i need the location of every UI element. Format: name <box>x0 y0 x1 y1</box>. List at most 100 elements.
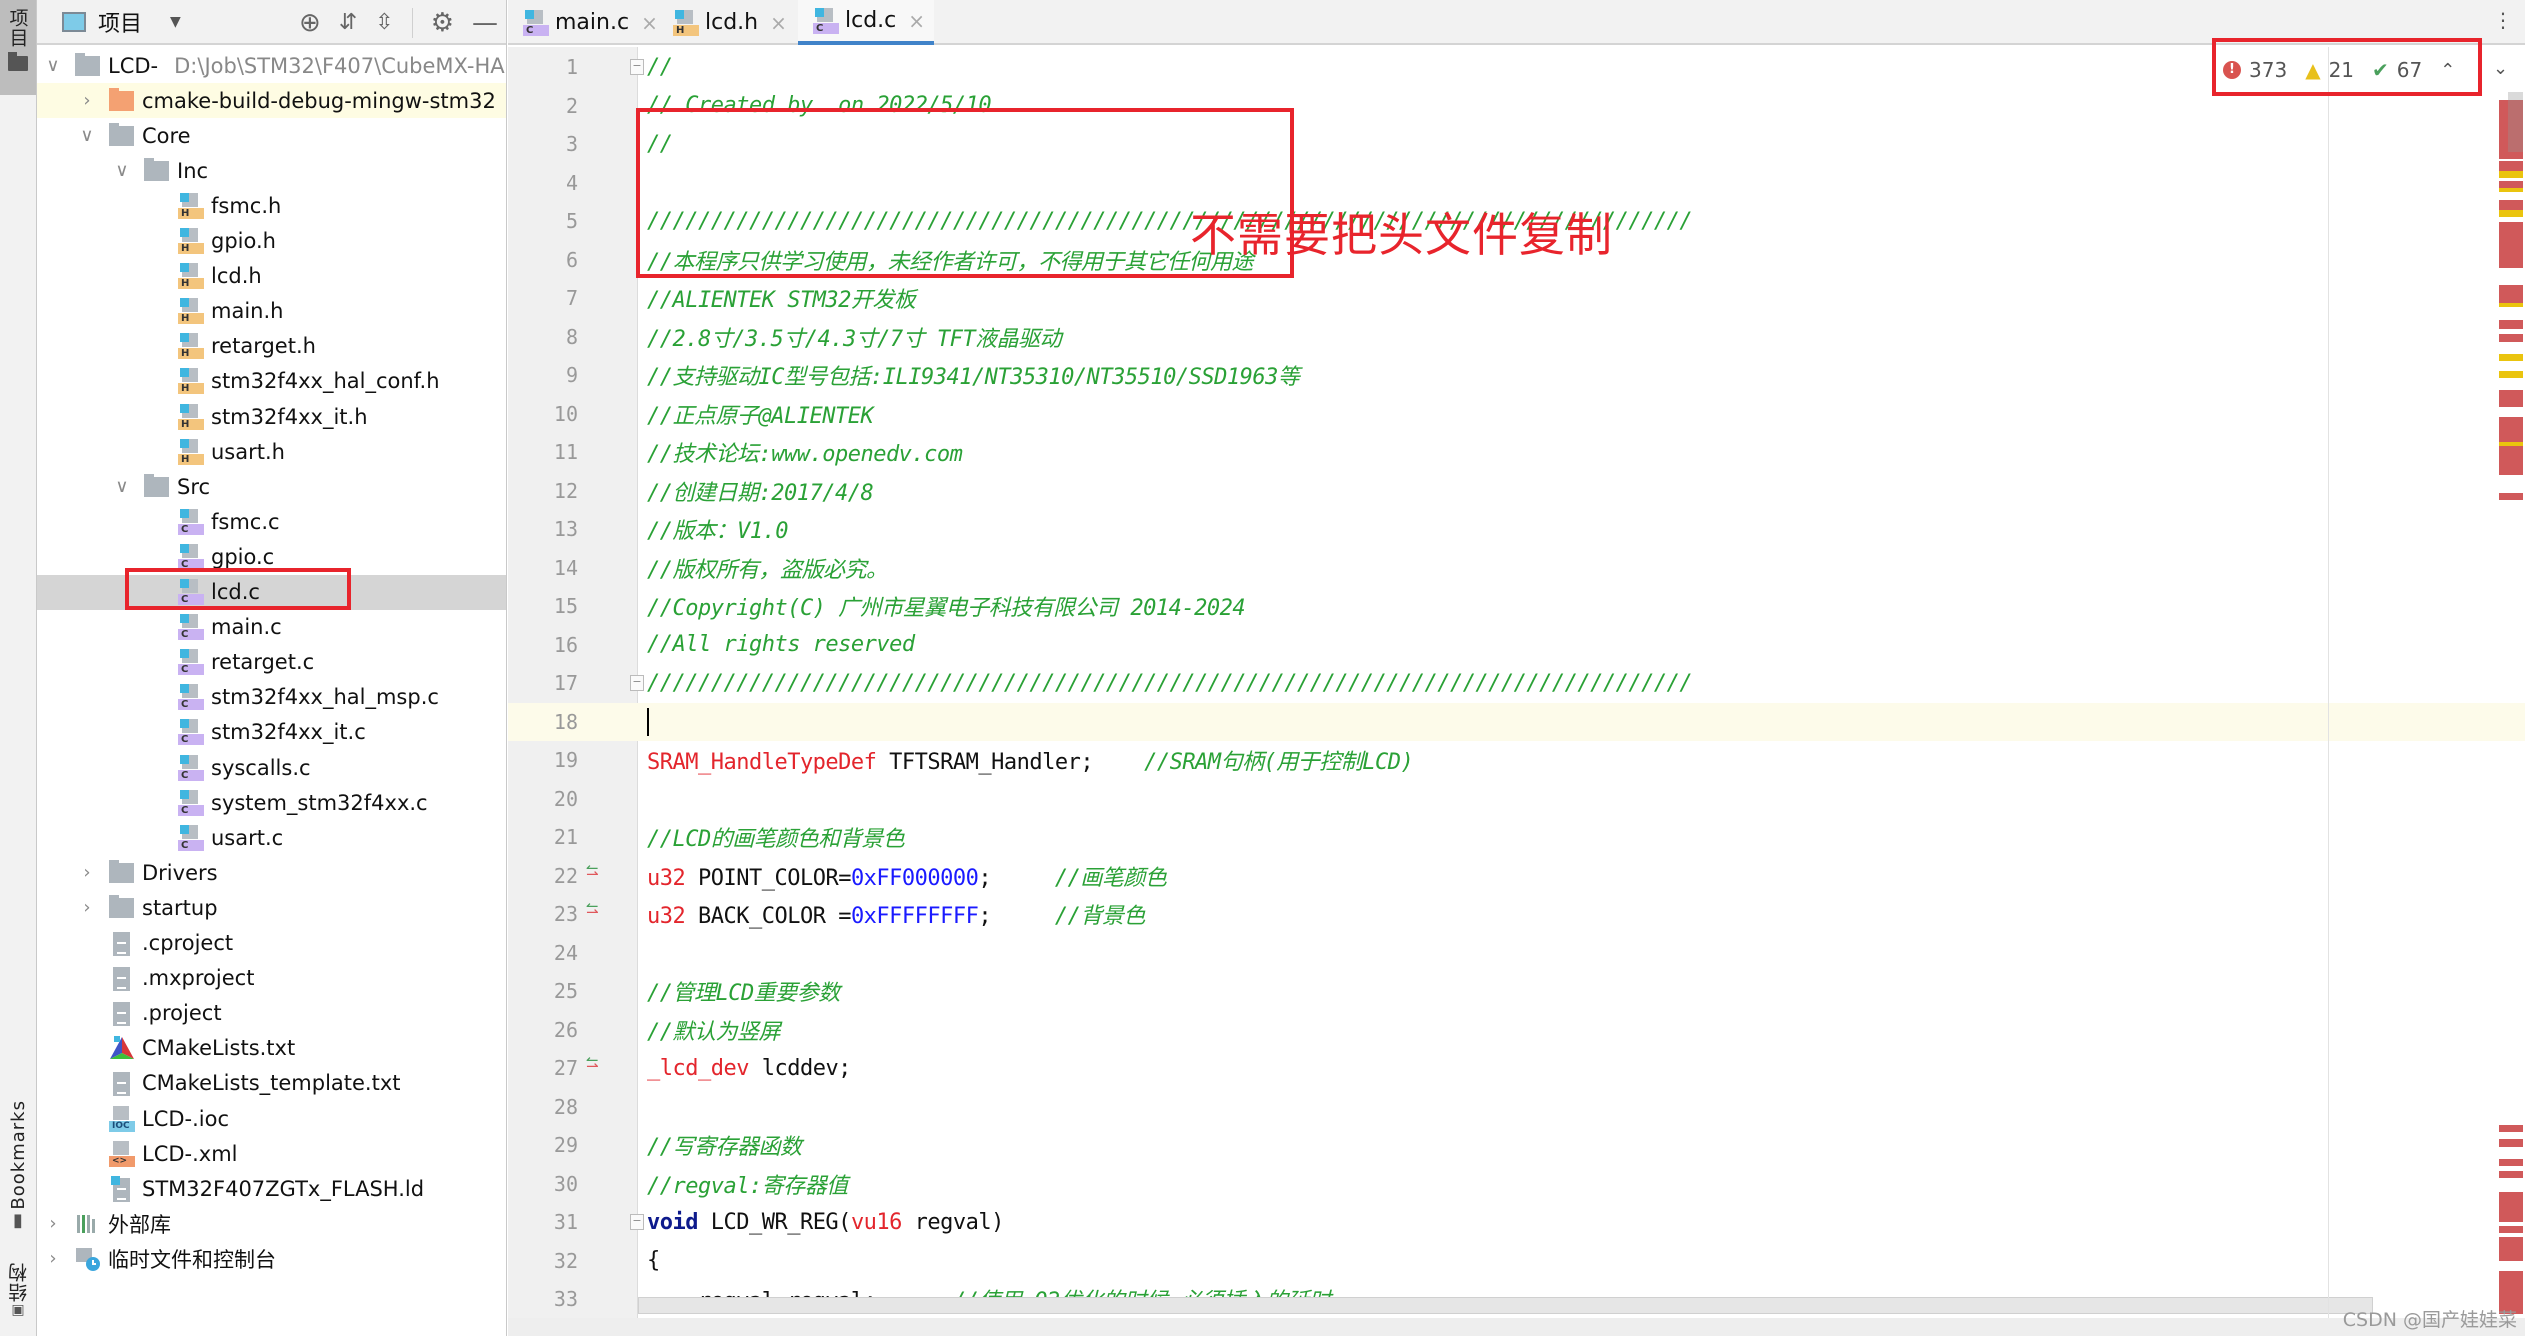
tree-item[interactable]: Cfsmc.c <box>37 504 506 539</box>
tree-item[interactable]: ∨ Core <box>37 118 506 153</box>
close-icon[interactable]: × <box>641 11 658 35</box>
tree-item[interactable]: .mxproject <box>37 961 506 996</box>
code-line[interactable]: 30 //regval:寄存器值 <box>508 1165 2525 1204</box>
code-line[interactable]: 17 −/////////////////////////////////////… <box>508 664 2525 703</box>
tab-menu-icon[interactable]: ⋮ <box>2493 8 2513 32</box>
fold-toggle-icon[interactable]: − <box>630 59 644 76</box>
tab-lcd-c[interactable]: Clcd.c × <box>798 0 934 45</box>
warning-marker[interactable] <box>2499 170 2523 179</box>
warning-marker[interactable] <box>2499 187 2523 192</box>
close-icon[interactable]: × <box>908 9 925 33</box>
chevron-down-icon[interactable]: ∨ <box>43 55 63 76</box>
code-line[interactable]: 27 ↼ ⇀ _lcd_dev lcddev; <box>508 1049 2525 1088</box>
tree-item[interactable]: Hmain.h <box>37 294 506 329</box>
code-line[interactable]: 3 // <box>508 125 2525 164</box>
chevron-down-icon[interactable]: ∨ <box>112 476 132 497</box>
error-marker[interactable] <box>2499 446 2523 475</box>
tree-item[interactable]: Hlcd.h <box>37 259 506 294</box>
chevron-right-icon[interactable]: › <box>43 1213 63 1234</box>
gear-icon[interactable]: ⚙ <box>431 10 454 36</box>
bookmarks-tool-button[interactable]: Bookmarks ▮ <box>0 1100 36 1240</box>
tree-item[interactable]: Cretarget.c <box>37 645 506 680</box>
tree-item[interactable]: Hstm32f4xx_hal_conf.h <box>37 364 506 399</box>
navigate-declaration-icon[interactable]: ↼ ⇀ <box>586 860 599 889</box>
locate-icon[interactable]: ⊕ <box>299 10 321 36</box>
error-marker[interactable] <box>2499 492 2523 501</box>
chevron-right-icon[interactable]: › <box>77 90 97 111</box>
next-problem-icon[interactable]: ⌄ <box>2493 58 2508 79</box>
chevron-right-icon[interactable]: › <box>77 862 97 883</box>
collapse-all-icon[interactable]: ⇳ <box>375 11 393 34</box>
error-marker[interactable] <box>2499 200 2523 210</box>
code-line[interactable]: 21 //LCD的画笔颜色和背景色 <box>508 818 2525 857</box>
fold-toggle-icon[interactable]: − <box>630 1214 644 1231</box>
tab-main-c[interactable]: Cmain.c × <box>508 0 658 45</box>
fold-toggle-icon[interactable]: − <box>630 675 644 692</box>
tree-item[interactable]: .project <box>37 996 506 1031</box>
code-line[interactable]: 4 <box>508 164 2525 203</box>
code-line[interactable]: 13 //版本：V1.0 <box>508 510 2525 549</box>
code-line[interactable]: 19 SRAM_HandleTypeDef TFTSRAM_Handler; //… <box>508 741 2525 780</box>
previous-problem-icon[interactable]: ⌃ <box>2440 60 2455 81</box>
tree-item[interactable]: ∨ LCD- D:\Job\STM32\F407\CubeMX-HA <box>37 48 506 83</box>
error-marker[interactable] <box>2499 1237 2523 1262</box>
error-marker[interactable] <box>2499 1191 2523 1223</box>
code-line[interactable]: 10 //正点原子@ALIENTEK <box>508 395 2525 434</box>
chevron-right-icon[interactable]: › <box>77 897 97 918</box>
error-marker[interactable] <box>2499 390 2523 408</box>
code-line[interactable]: 11 //技术论坛:www.openedv.com <box>508 433 2525 472</box>
tree-item[interactable]: Hgpio.h <box>37 224 506 259</box>
tree-item[interactable]: Cstm32f4xx_hal_msp.c <box>37 680 506 715</box>
tree-item[interactable]: CMakeLists_template.txt <box>37 1066 506 1101</box>
warning-marker[interactable] <box>2499 302 2523 308</box>
error-marker[interactable] <box>2499 222 2523 269</box>
error-marker[interactable] <box>2499 1171 2523 1179</box>
inspection-widget[interactable]: ! 373 ▲ 21 ✔ 67 ⌃ <box>2223 45 2455 95</box>
tree-item[interactable]: › 外部库 <box>37 1206 506 1241</box>
tree-item[interactable]: Cstm32f4xx_it.c <box>37 715 506 750</box>
tree-item[interactable]: Hfsmc.h <box>37 188 506 223</box>
code-line[interactable]: 16 //All rights reserved <box>508 626 2525 665</box>
tree-item[interactable]: Husart.h <box>37 434 506 469</box>
tree-item[interactable]: Csyscalls.c <box>37 750 506 785</box>
error-marker[interactable] <box>2499 417 2523 442</box>
error-marker[interactable] <box>2499 1139 2523 1147</box>
code-line[interactable]: 7 //ALIENTEK STM32开发板 <box>508 279 2525 318</box>
error-marker[interactable] <box>2499 180 2523 188</box>
error-stripe[interactable] <box>2499 100 2523 1320</box>
tree-item[interactable]: CMakeLists.txt <box>37 1031 506 1066</box>
tree-item[interactable]: Cusart.c <box>37 820 506 855</box>
code-line[interactable]: 8 //2.8寸/3.5寸/4.3寸/7寸 TFT液晶驱动 <box>508 318 2525 357</box>
tree-item[interactable]: › startup <box>37 890 506 925</box>
code-line[interactable]: 29 //写寄存器函数 <box>508 1126 2525 1165</box>
navigate-declaration-icon[interactable]: ↼ ⇀ <box>586 1053 599 1081</box>
tree-item[interactable]: IOC LCD-.ioc <box>37 1101 506 1136</box>
code-line[interactable]: 23 ↼ ⇀ u32 BACK_COLOR =0xFFFFFFFF; //背景色 <box>508 895 2525 934</box>
tree-item[interactable]: <> LCD-.xml <box>37 1136 506 1171</box>
tree-item[interactable]: .cproject <box>37 926 506 961</box>
tree-item[interactable]: ∨ Inc <box>37 153 506 188</box>
code-line[interactable]: 32 { <box>508 1242 2525 1281</box>
warning-marker[interactable] <box>2499 370 2523 379</box>
tree-item[interactable]: ∨ Src <box>37 469 506 504</box>
tree-item[interactable]: Hretarget.h <box>37 329 506 364</box>
chevron-down-icon[interactable]: ∨ <box>77 125 97 146</box>
code-line[interactable]: 12 //创建日期:2017/4/8 <box>508 472 2525 511</box>
code-line[interactable]: 25 //管理LCD重要参数 <box>508 972 2525 1011</box>
expand-all-icon[interactable]: ⇵ <box>339 11 357 34</box>
horizontal-scrollbar[interactable] <box>638 1297 2373 1314</box>
code-line[interactable]: 15 //Copyright(C) 广州市星翼电子科技有限公司 2014-2024 <box>508 587 2525 626</box>
tree-item[interactable]: Hstm32f4xx_it.h <box>37 399 506 434</box>
project-panel-title[interactable]: 项目 <box>98 6 142 38</box>
close-icon[interactable]: × <box>770 11 787 35</box>
chevron-down-icon[interactable]: ∨ <box>112 160 132 181</box>
code-line[interactable]: 31 − void LCD_WR_REG(vu16 regval) <box>508 1203 2525 1242</box>
code-line[interactable]: 18 <box>508 702 2525 741</box>
tree-item[interactable]: Cgpio.c <box>37 539 506 574</box>
code-line[interactable]: 28 <box>508 1088 2525 1127</box>
error-marker[interactable] <box>2499 161 2523 171</box>
structure-tool-button[interactable]: 结构 ▣ <box>0 1262 36 1336</box>
code-line[interactable]: 9 //支持驱动IC型号包括:ILI9341/NT35310/NT35510/SS… <box>508 356 2525 395</box>
tree-item[interactable]: Clcd.c <box>37 574 506 610</box>
warning-marker[interactable] <box>2499 353 2523 362</box>
